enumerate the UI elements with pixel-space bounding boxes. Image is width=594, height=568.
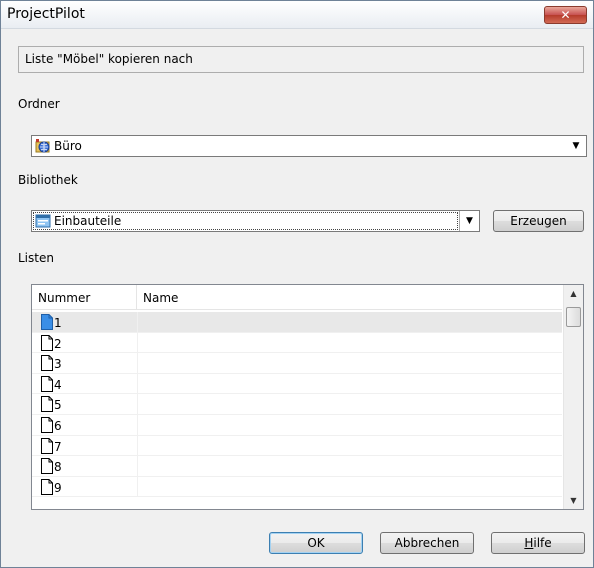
column-separator [137,394,138,414]
ok-button-label: OK [307,536,325,550]
list-row[interactable]: 9 [32,476,562,498]
folder-label: Ordner [18,97,60,111]
library-value: Einbauteile [54,214,122,228]
row-nummer: 4 [54,377,62,392]
list-row[interactable]: 7 [32,435,562,457]
list-row[interactable]: 5 [32,394,562,415]
row-nummer: 5 [54,398,62,413]
document-icon [41,355,53,372]
document-icon [41,458,53,475]
library-icon [35,214,51,228]
scroll-down-icon[interactable]: ▼ [564,492,583,509]
listview-header: Nummer Name [32,285,562,310]
vertical-scrollbar[interactable]: ▲ ▼ [563,285,583,509]
row-nummer: 8 [54,460,62,475]
column-separator [137,456,138,476]
column-separator [137,353,138,373]
document-icon [41,314,53,330]
ok-button[interactable]: OK [269,532,363,554]
folder-value: Büro [54,139,82,153]
chevron-down-icon[interactable]: ▼ [459,211,479,231]
folder-globe-icon [35,139,50,153]
library-select[interactable]: Einbauteile ▼ [31,210,480,232]
scroll-up-icon[interactable]: ▲ [564,285,583,302]
column-separator [137,373,138,394]
row-nummer: 1 [54,316,62,330]
scroll-thumb[interactable] [566,307,581,327]
copy-target-text: Liste "Möbel" kopieren nach [25,52,193,66]
document-icon [41,478,53,495]
close-button[interactable]: ✕ [544,6,587,24]
close-icon: ✕ [560,8,571,22]
dialog-window: ProjectPilot ✕ Liste "Möbel" kopieren na… [0,0,594,568]
row-nummer: 2 [54,336,62,351]
column-header-nummer[interactable]: Nummer [32,285,137,310]
library-label: Bibliothek [18,173,78,187]
list-row[interactable]: 1 [32,312,562,333]
row-nummer: 9 [54,480,62,495]
create-button[interactable]: Erzeugen [493,210,584,232]
listview-rows: 1 2 3 4 5 6 7 8 9 [32,312,562,498]
help-button-label: Hilfe [524,536,552,550]
list-row[interactable]: 8 [32,456,562,477]
column-separator [137,312,138,332]
column-separator [137,476,138,497]
cancel-button[interactable]: Abbrechen [380,532,474,554]
column-separator [137,332,138,353]
chevron-down-icon[interactable]: ▼ [568,138,584,154]
document-icon [41,375,53,392]
copy-target-info: Liste "Möbel" kopieren nach [18,46,584,73]
list-row[interactable]: 3 [32,353,562,374]
document-icon [41,437,53,454]
column-header-name[interactable]: Name [137,285,562,310]
lists-label: Listen [18,251,54,265]
row-nummer: 3 [54,357,62,372]
row-nummer: 6 [54,418,62,433]
column-separator [137,435,138,456]
list-row[interactable]: 6 [32,414,562,436]
column-separator [137,414,138,435]
help-button[interactable]: Hilfe [491,532,585,554]
folder-select[interactable]: Büro ▼ [31,135,587,157]
cancel-button-label: Abbrechen [394,536,460,550]
document-icon [41,334,53,351]
row-nummer: 7 [54,439,62,454]
document-icon [41,416,53,433]
list-row[interactable]: 4 [32,373,562,395]
window-title: ProjectPilot [7,6,85,22]
list-row[interactable]: 2 [32,332,562,354]
lists-listview[interactable]: Nummer Name 1 2 3 4 5 6 7 8 9 ▲ ▼ [31,284,584,510]
title-bar[interactable]: ProjectPilot ✕ [1,1,593,29]
document-icon [41,396,53,413]
create-button-label: Erzeugen [510,214,567,228]
